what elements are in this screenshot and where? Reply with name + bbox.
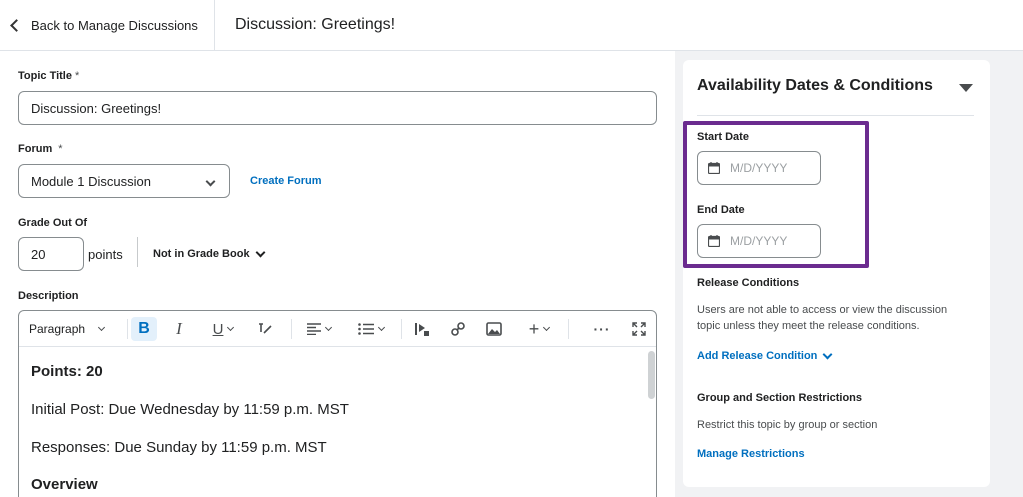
chevron-down-icon	[822, 349, 833, 359]
bold-icon[interactable]: B	[131, 317, 157, 341]
top-bar: Back to Manage Discussions Discussion: G…	[0, 0, 1023, 51]
group-restrictions-title: Group and Section Restrictions	[697, 392, 863, 404]
add-release-condition-link[interactable]: Add Release Condition	[697, 349, 833, 362]
chevron-down-icon	[227, 323, 235, 332]
chevron-down-icon	[324, 323, 333, 332]
grade-value: 20	[31, 246, 46, 262]
description-editor[interactable]: Paragraph B I U + ··· Points: 20 Initial…	[18, 310, 657, 497]
availability-title: Availability Dates & Conditions	[697, 77, 933, 94]
toolbar-separator	[401, 319, 402, 339]
paragraph-format-label: Paragraph	[29, 322, 86, 336]
chevron-down-icon	[377, 323, 386, 332]
release-conditions-text: Users are not able to access or view the…	[697, 304, 948, 332]
date-highlight-box	[683, 121, 869, 268]
grade-out-of-label: Grade Out Of	[18, 217, 88, 229]
grade-out-of-input[interactable]: 20	[18, 237, 84, 271]
plus-icon[interactable]: +	[523, 319, 555, 339]
topic-title-label-text: Topic Title	[18, 70, 72, 82]
italic-icon[interactable]: I	[169, 319, 189, 339]
editor-line: Responses: Due Sunday by 11:59 p.m. MST	[31, 439, 327, 456]
chevron-down-icon	[205, 176, 216, 187]
editor-toolbar: Paragraph B I U + ···	[19, 311, 656, 347]
toolbar-separator	[568, 319, 569, 339]
create-forum-link[interactable]: Create Forum	[250, 175, 322, 187]
toolbar-separator	[127, 319, 128, 339]
underline-icon[interactable]: U	[205, 319, 241, 339]
chevron-left-icon	[10, 18, 23, 32]
release-conditions-title: Release Conditions	[697, 277, 800, 289]
more-icon[interactable]: ···	[591, 319, 613, 339]
insert-media-icon[interactable]	[411, 319, 433, 339]
forum-select[interactable]: Module 1 Discussion	[18, 164, 230, 198]
group-restrictions-text: Restrict this topic by group or section	[697, 419, 878, 431]
required-mark: *	[75, 70, 80, 82]
chevron-down-icon	[543, 323, 551, 332]
paragraph-format-select[interactable]: Paragraph	[29, 319, 115, 339]
text-style-icon[interactable]	[255, 319, 275, 339]
toolbar-separator	[291, 319, 292, 339]
fullscreen-icon[interactable]	[629, 319, 649, 339]
add-release-condition-label: Add Release Condition	[697, 350, 818, 362]
forum-label-text: Forum	[18, 143, 53, 155]
forum-label: Forum *	[18, 143, 63, 155]
grade-unit: points	[88, 247, 123, 262]
editor-line: Overview	[31, 476, 98, 493]
link-icon[interactable]	[447, 319, 469, 339]
topic-title-value: Discussion: Greetings!	[31, 100, 162, 116]
required-mark: *	[58, 143, 63, 155]
editor-line: Points: 20	[31, 363, 103, 380]
list-icon[interactable]	[353, 319, 389, 339]
divider	[137, 237, 138, 267]
manage-restrictions-link[interactable]: Manage Restrictions	[697, 448, 805, 460]
align-icon[interactable]	[301, 319, 337, 339]
forum-select-value: Module 1 Discussion	[31, 173, 151, 189]
back-label: Back to Manage Discussions	[31, 17, 198, 33]
grade-book-label: Not in Grade Book	[153, 248, 250, 260]
description-label: Description	[18, 290, 79, 302]
chevron-down-icon	[98, 323, 106, 332]
image-icon[interactable]	[483, 319, 505, 339]
topic-title-input[interactable]: Discussion: Greetings!	[18, 91, 657, 125]
grade-book-dropdown[interactable]: Not in Grade Book	[153, 247, 266, 260]
chevron-down-icon	[255, 247, 266, 257]
back-to-manage-discussions-button[interactable]: Back to Manage Discussions	[0, 0, 215, 50]
topic-title-label: Topic Title *	[18, 70, 79, 82]
card-divider	[697, 115, 974, 116]
page-title: Discussion: Greetings!	[235, 16, 396, 33]
editor-line: Initial Post: Due Wednesday by 11:59 p.m…	[31, 401, 349, 418]
collapse-caret-icon[interactable]	[959, 84, 973, 92]
editor-scrollbar[interactable]	[648, 351, 655, 399]
